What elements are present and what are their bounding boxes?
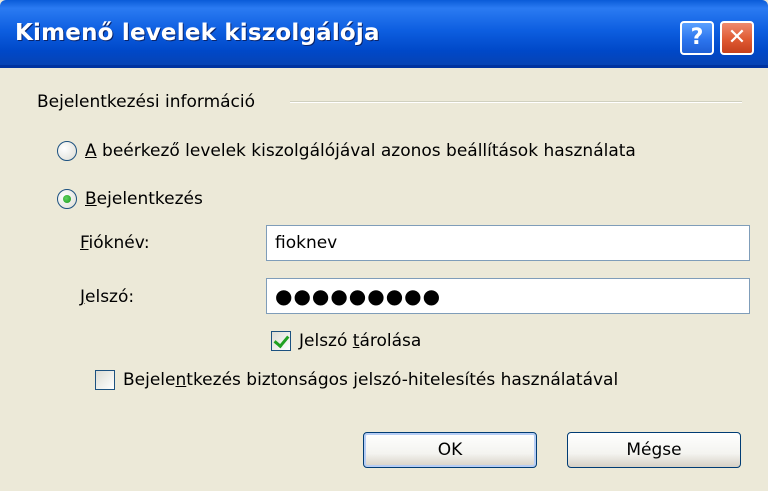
password-label: Jelszó: bbox=[80, 287, 135, 307]
radio-same-settings[interactable]: A beérkező levelek kiszolgálójával azono… bbox=[57, 141, 636, 161]
radio-button[interactable] bbox=[57, 141, 77, 161]
remember-password-label: Jelszó tárolása bbox=[299, 331, 422, 351]
account-field[interactable]: fioknev bbox=[266, 225, 750, 261]
password-field[interactable]: ●●●●●●●●● bbox=[266, 278, 750, 314]
title-bar[interactable]: Kimenő levelek kiszolgálója ? ✕ bbox=[0, 0, 768, 68]
group-label: Bejelentkezési információ bbox=[37, 92, 266, 112]
radio-same-settings-label: A beérkező levelek kiszolgálójával azono… bbox=[85, 141, 636, 161]
radio-button-selected[interactable] bbox=[57, 189, 77, 209]
window-title: Kimenő levelek kiszolgálója bbox=[15, 20, 380, 46]
remember-password-checkbox-row[interactable]: Jelszó tárolása bbox=[271, 331, 421, 351]
ok-button[interactable]: OK bbox=[363, 432, 537, 468]
account-label: Fióknév: bbox=[80, 233, 150, 253]
close-button[interactable]: ✕ bbox=[720, 21, 754, 55]
radio-login[interactable]: Bejelentkezés bbox=[57, 189, 203, 209]
cancel-button[interactable]: Mégse bbox=[567, 432, 741, 468]
spa-checkbox[interactable] bbox=[95, 370, 115, 390]
radio-login-label: Bejelentkezés bbox=[85, 189, 203, 209]
dialog-window: Kimenő levelek kiszolgálója ? ✕ Bejelent… bbox=[0, 0, 768, 491]
remember-password-checkbox[interactable] bbox=[271, 331, 291, 351]
group-divider bbox=[290, 101, 742, 103]
help-button[interactable]: ? bbox=[680, 21, 714, 55]
spa-checkbox-row[interactable]: Bejelentkezés biztonságos jelszó-hiteles… bbox=[95, 370, 618, 390]
spa-label: Bejelentkezés biztonságos jelszó-hiteles… bbox=[123, 370, 619, 390]
